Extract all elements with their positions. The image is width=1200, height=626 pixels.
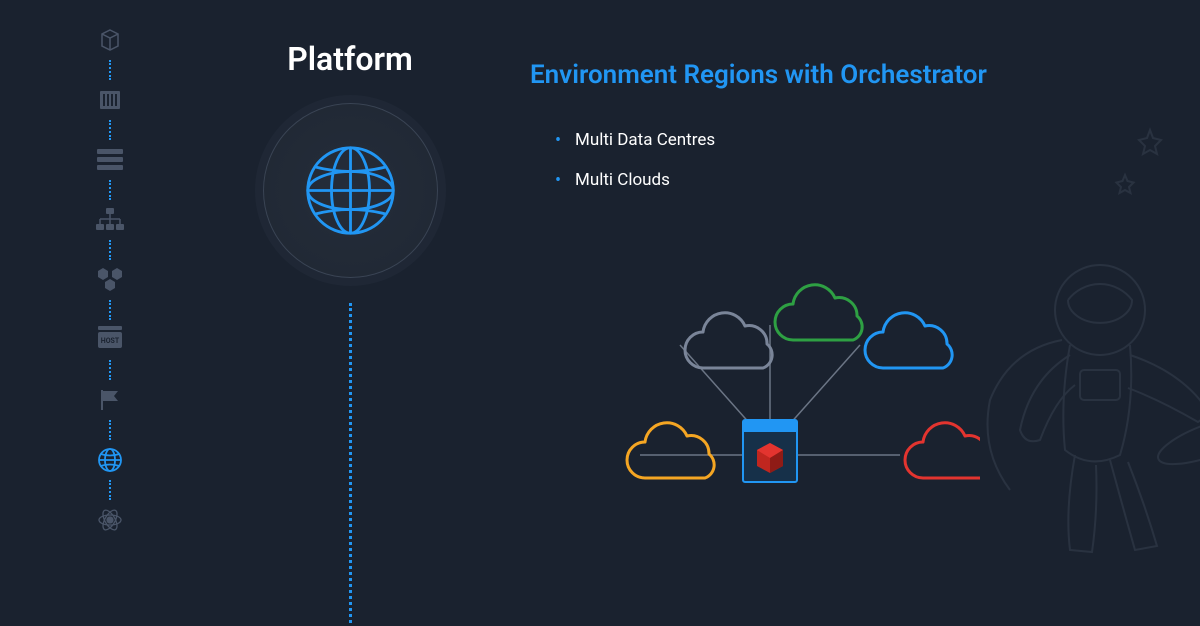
sidebar-layers-icon[interactable]	[90, 140, 130, 180]
connector	[109, 120, 111, 140]
sidebar-box-icon[interactable]	[90, 20, 130, 60]
sidebar-atom-icon[interactable]	[90, 500, 130, 540]
connector	[109, 240, 111, 260]
connector	[109, 300, 111, 320]
sidebar: HOST	[90, 20, 130, 540]
platform-globe-circle	[263, 103, 438, 278]
cloud-gray-icon	[685, 313, 772, 368]
globe-icon	[303, 143, 398, 238]
connector	[109, 420, 111, 440]
astronaut-decoration	[950, 120, 1200, 570]
connector	[109, 180, 111, 200]
cloud-green-icon	[775, 285, 862, 340]
svg-text:HOST: HOST	[101, 337, 120, 345]
orchestrator-box-icon	[743, 420, 797, 482]
sidebar-globe-icon[interactable]	[90, 440, 130, 480]
sidebar-container-icon[interactable]	[90, 80, 130, 120]
sidebar-network-icon[interactable]	[90, 200, 130, 240]
sidebar-hexagons-icon[interactable]	[90, 260, 130, 300]
platform-title: Platform	[287, 40, 413, 78]
cloud-orange-icon	[627, 423, 714, 478]
connector	[109, 360, 111, 380]
multi-cloud-diagram	[560, 280, 980, 580]
content-title: Environment Regions with Orchestrator	[530, 60, 1130, 90]
sidebar-flag-icon[interactable]	[90, 380, 130, 420]
dotted-connector-down	[349, 303, 352, 623]
platform-column: Platform	[200, 40, 500, 623]
connector	[109, 480, 111, 500]
cloud-blue-icon	[865, 313, 952, 368]
connector	[109, 60, 111, 80]
sidebar-host-icon[interactable]: HOST	[90, 320, 130, 360]
